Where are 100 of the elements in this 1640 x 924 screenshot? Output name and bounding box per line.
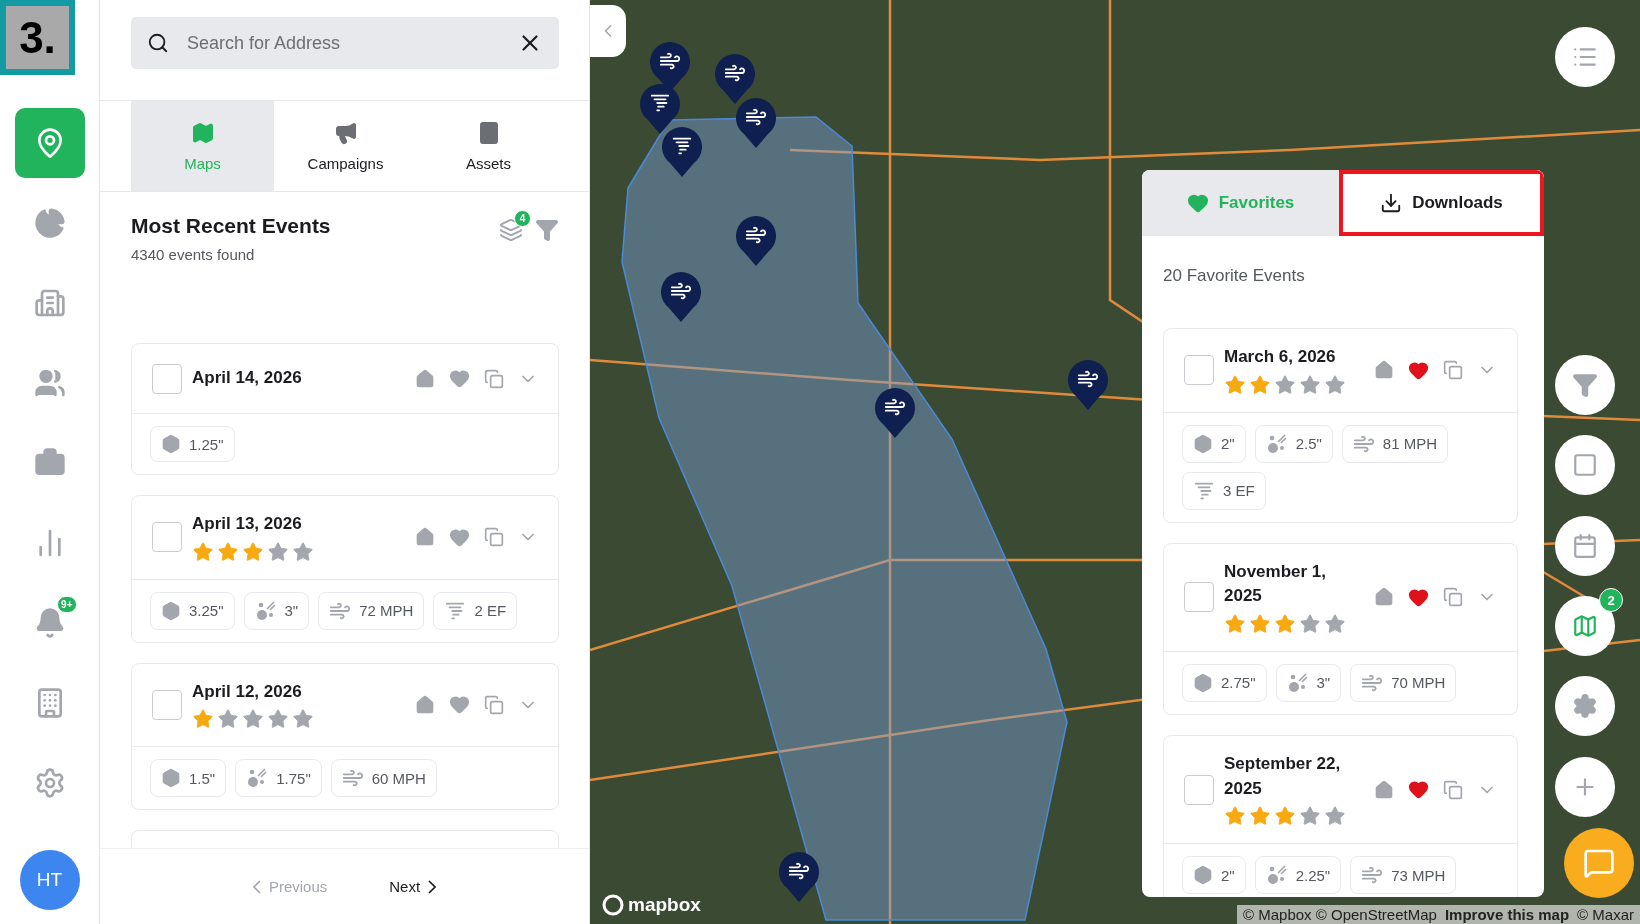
dots-icon [1265, 432, 1288, 455]
star-icon [1249, 612, 1271, 635]
event-date: April 12, 2026 [192, 680, 303, 703]
checkbox[interactable] [1184, 582, 1214, 613]
star-icon [1274, 805, 1296, 828]
wind-marker-icon[interactable] [1066, 358, 1110, 410]
checkbox[interactable] [152, 522, 182, 553]
star-icon [1249, 805, 1271, 828]
star-icon [1224, 373, 1246, 396]
collapse-button[interactable] [590, 5, 626, 57]
step-number-label: 3. [0, 0, 75, 75]
map-icon [1572, 613, 1598, 639]
metric-value: 72 MPH [359, 602, 414, 620]
checkbox[interactable] [1184, 355, 1214, 386]
star-icon [217, 708, 239, 731]
house-icon[interactable] [415, 368, 435, 389]
star-icon [192, 540, 214, 563]
user-avatar[interactable]: HT [19, 850, 80, 910]
house-icon[interactable] [415, 527, 435, 548]
event-date: November 1, 2025 [1224, 560, 1328, 608]
metric-value: 1.75" [276, 769, 311, 787]
star-icon [1249, 373, 1271, 396]
improve-map-link[interactable]: Improve this map [1444, 906, 1570, 923]
events-count: 4340 events found [131, 246, 256, 263]
house-icon[interactable] [1374, 587, 1394, 608]
chevron-right-icon [428, 879, 437, 894]
next-button[interactable]: Next [383, 877, 443, 896]
star-icon [292, 540, 314, 563]
filter-button[interactable] [1555, 355, 1615, 415]
search-icon [147, 32, 169, 54]
heart-icon[interactable] [449, 368, 470, 389]
metric-value: 81 MPH [1382, 435, 1438, 453]
checkbox[interactable] [152, 363, 182, 394]
metric-value: 73 MPH [1391, 866, 1446, 884]
checkbox[interactable] [1184, 774, 1214, 805]
search-field[interactable]: Search for Address [131, 17, 559, 69]
square-icon [1572, 452, 1598, 478]
wind-marker-icon[interactable] [713, 52, 757, 104]
checkbox[interactable] [152, 689, 182, 720]
megaphone-icon [333, 120, 358, 145]
wind-marker-icon[interactable] [777, 850, 821, 902]
hexagon-icon [161, 434, 181, 454]
metric-value: 3 EF [1223, 482, 1255, 500]
house-icon[interactable] [415, 694, 435, 715]
wind-marker-icon[interactable] [873, 386, 917, 438]
copy-icon[interactable] [484, 368, 504, 389]
tornado-marker-icon[interactable] [638, 82, 682, 134]
list-button[interactable] [1555, 27, 1615, 87]
star-icon [1324, 805, 1346, 828]
count-badge: 2 [1599, 588, 1623, 612]
search-input[interactable]: Search for Address [185, 31, 501, 55]
polygon-button[interactable] [1555, 435, 1615, 495]
event-date: April 13, 2026 [192, 513, 303, 535]
settings-icon [1572, 693, 1598, 719]
layers-button[interactable] [1555, 596, 1615, 656]
copy-icon[interactable] [1443, 779, 1463, 800]
copy-icon[interactable] [484, 527, 504, 548]
heart-icon[interactable] [449, 694, 470, 716]
metric-value: 1.25" [189, 435, 224, 453]
hexagon-icon [1193, 672, 1213, 693]
plus-button[interactable] [1555, 757, 1615, 817]
calendar-button[interactable] [1555, 516, 1615, 576]
star-icon [267, 708, 289, 731]
chevron-left-icon [252, 879, 261, 894]
gear-button[interactable] [1555, 676, 1615, 736]
pie-chart-icon [33, 207, 66, 239]
star-icon [242, 708, 264, 731]
copy-icon[interactable] [1443, 360, 1463, 381]
filter-icon[interactable] [535, 218, 559, 242]
hexagon-icon [1193, 433, 1213, 454]
star-icon [1299, 612, 1321, 635]
tornado-marker-icon[interactable] [660, 125, 704, 177]
star-icon [192, 708, 214, 731]
metric-value: 2" [1221, 866, 1235, 884]
building-icon [33, 287, 66, 319]
house-icon[interactable] [1374, 779, 1394, 800]
star-icon [292, 708, 314, 731]
nav-button[interactable] [14, 108, 85, 178]
attribution-text: © Maxar [1577, 906, 1634, 923]
map-icon [190, 120, 215, 145]
heart-icon[interactable] [1408, 779, 1429, 801]
metric-value: 60 MPH [371, 769, 426, 787]
metric-value: 1.5" [189, 769, 216, 787]
hexagon-icon [1193, 865, 1213, 886]
tab[interactable]: Downloads [1339, 170, 1544, 236]
wind-marker-icon[interactable] [659, 270, 703, 322]
satellite-map[interactable]: mapbox © Mapbox © OpenStreetMap Improve this map © Maxar Favorites Downloads 20 Favorite Events March 6, 2026 2" 2.5" 81 MPH 3 EF November 1, 2025 2.75" 3" 70 MPH September 22, 2025 2" 2.25" 73 MPH 2 [590, 0, 1640, 924]
house-icon[interactable] [1374, 360, 1394, 381]
wind-marker-icon[interactable] [734, 214, 778, 266]
event-date: September 22, 2025 [1224, 752, 1342, 800]
copy-icon[interactable] [1443, 587, 1463, 608]
attribution-text: © Mapbox © OpenStreetMap [1243, 906, 1437, 923]
chat-icon [1583, 847, 1615, 879]
map-logo: mapbox [602, 894, 701, 916]
star-icon [1324, 612, 1346, 635]
filter-icon [1572, 372, 1598, 398]
wind-marker-icon[interactable] [734, 96, 778, 148]
copy-icon[interactable] [484, 694, 504, 715]
star-icon [1299, 805, 1321, 828]
section-title: Most Recent Events [131, 214, 331, 238]
